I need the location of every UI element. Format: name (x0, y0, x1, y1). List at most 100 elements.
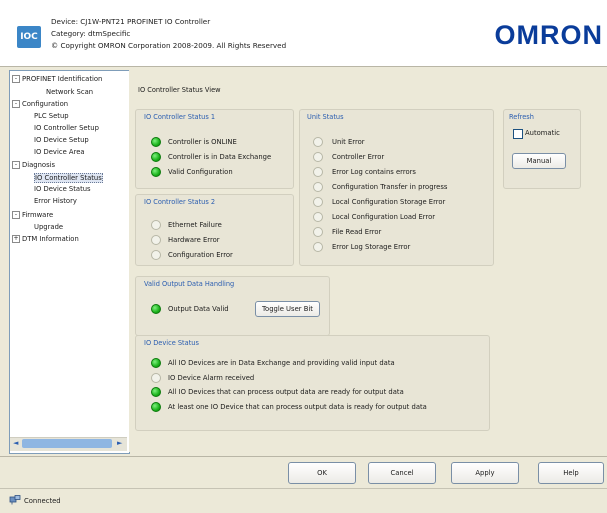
category-label: Category: dtmSpecific (51, 29, 131, 38)
tree-item-label: PLC Setup (34, 112, 69, 120)
tree-item[interactable]: Upgrade (34, 223, 63, 231)
toggle-user-bit-button[interactable]: Toggle User Bit (255, 301, 320, 317)
tree-item-label: Network Scan (46, 88, 94, 96)
status-led-icon (151, 167, 161, 177)
status-led-icon (151, 250, 161, 260)
tree-item[interactable]: + DTM Information (12, 235, 79, 243)
automatic-checkbox[interactable] (513, 129, 523, 139)
controller-status-1-title: IO Controller Status 1 (144, 113, 216, 121)
help-button[interactable]: Help (538, 462, 604, 484)
status-led-icon (313, 242, 323, 252)
status-label: IO Device Alarm received (168, 373, 255, 382)
device-status-title: IO Device Status (144, 339, 199, 347)
status-label: Error Log contains errors (332, 168, 416, 176)
tree-item[interactable]: Network Scan (46, 88, 93, 96)
tree-item-label: IO Device Area (34, 148, 85, 156)
status-label: Local Configuration Storage Error (332, 198, 446, 206)
status-led-icon (151, 152, 161, 162)
view-title: IO Controller Status View (138, 86, 221, 94)
refresh-group (503, 109, 581, 189)
cancel-button[interactable]: Cancel (368, 462, 436, 484)
status-led-icon (313, 182, 323, 192)
network-connected-icon (9, 495, 21, 507)
tree-item[interactable]: - PROFINET Identification (12, 75, 102, 83)
status-label: Controller Error (332, 153, 385, 161)
status-led-icon (151, 387, 161, 397)
tree-item-label: Firmware (22, 211, 54, 219)
status-led-icon (151, 358, 161, 368)
status-led-icon (151, 401, 161, 412)
tree-item[interactable]: PLC Setup (34, 112, 69, 120)
status-label: Hardware Error (168, 236, 220, 244)
refresh-title: Refresh (509, 113, 534, 121)
status-led-icon (151, 372, 161, 383)
tree-item-label: PROFINET Identification (22, 75, 103, 83)
footer-separator (0, 456, 607, 457)
status-label: Error Log Storage Error (332, 243, 411, 251)
tree-item-label: IO Controller Status (35, 174, 102, 182)
status-led-icon (151, 220, 161, 230)
ioc-logo-icon: IOC (17, 26, 41, 48)
tree-item-label: IO Device Setup (34, 136, 89, 144)
tree-item-label: Configuration (22, 100, 69, 108)
copyright-label: © Copyright OMRON Corporation 2008-2009.… (51, 41, 287, 50)
status-label: Valid Configuration (168, 168, 233, 176)
status-label: Unit Error (332, 138, 365, 146)
tree-item[interactable]: - Firmware (12, 211, 53, 219)
status-label: Configuration Error (168, 251, 233, 259)
status-label: Local Configuration Load Error (332, 213, 436, 221)
tree-item-label: Diagnosis (22, 161, 56, 169)
ok-button[interactable]: OK (288, 462, 356, 484)
controller-status-2-title: IO Controller Status 2 (144, 198, 216, 206)
tree-item-label: IO Device Status (34, 185, 91, 193)
collapse-icon[interactable]: - (12, 100, 20, 108)
collapse-icon[interactable]: - (12, 75, 20, 83)
status-led-icon (313, 137, 323, 147)
manual-refresh-button[interactable]: Manual (512, 153, 566, 169)
status-led-icon (151, 137, 161, 147)
automatic-label: Automatic (525, 129, 560, 137)
output-data-valid-led (151, 304, 161, 314)
status-bar (0, 488, 607, 513)
status-label: Controller is in Data Exchange (168, 153, 272, 161)
unit-status-title: Unit Status (307, 113, 344, 121)
scrollbar-thumb[interactable] (22, 439, 112, 448)
tree-item[interactable]: Error History (34, 197, 77, 205)
status-led-icon (313, 167, 323, 177)
tree-item[interactable]: IO Device Setup (34, 136, 89, 144)
collapse-icon[interactable]: - (12, 161, 20, 169)
status-label: Controller is ONLINE (168, 138, 237, 146)
controller-status-1-group (135, 109, 294, 189)
status-label: File Read Error (332, 228, 382, 236)
tree-item[interactable]: IO Controller Status (34, 173, 103, 183)
status-led-icon (313, 212, 323, 222)
connection-status-text: Connected (24, 497, 61, 505)
tree-item-label: Error History (34, 197, 77, 205)
status-label: Configuration Transfer in progress (332, 183, 448, 191)
collapse-icon[interactable]: - (12, 211, 20, 219)
status-led-icon (313, 197, 323, 207)
device-label: Device: CJ1W-PNT21 PROFINET IO Controlle… (51, 17, 211, 26)
status-led-icon (313, 227, 323, 237)
output-data-valid-label: Output Data Valid (168, 305, 229, 313)
scroll-left-icon[interactable]: ◄ (13, 439, 18, 447)
apply-button[interactable]: Apply (451, 462, 519, 484)
status-led-icon (151, 235, 161, 245)
valid-output-title: Valid Output Data Handling (144, 280, 235, 288)
status-label: All IO Devices that can process output d… (168, 388, 404, 396)
tree-item[interactable]: - Diagnosis (12, 161, 55, 169)
expand-icon[interactable]: + (12, 235, 20, 243)
tree-item-label: IO Controller Setup (34, 124, 99, 132)
tree-item-label: Upgrade (34, 223, 64, 231)
tree-item[interactable]: IO Device Area (34, 148, 85, 156)
tree-item[interactable]: - Configuration (12, 100, 68, 108)
device-status-group (135, 335, 490, 431)
tree-item[interactable]: IO Device Status (34, 185, 91, 193)
scroll-right-icon[interactable]: ► (117, 439, 122, 447)
status-led-icon (313, 152, 323, 162)
status-label: At least one IO Device that can process … (168, 402, 427, 411)
omron-logo: OMRON (494, 20, 603, 50)
status-label: Ethernet Failure (168, 221, 222, 229)
tree-item[interactable]: IO Controller Setup (34, 124, 99, 132)
status-label: All IO Devices are in Data Exchange and … (168, 359, 395, 367)
